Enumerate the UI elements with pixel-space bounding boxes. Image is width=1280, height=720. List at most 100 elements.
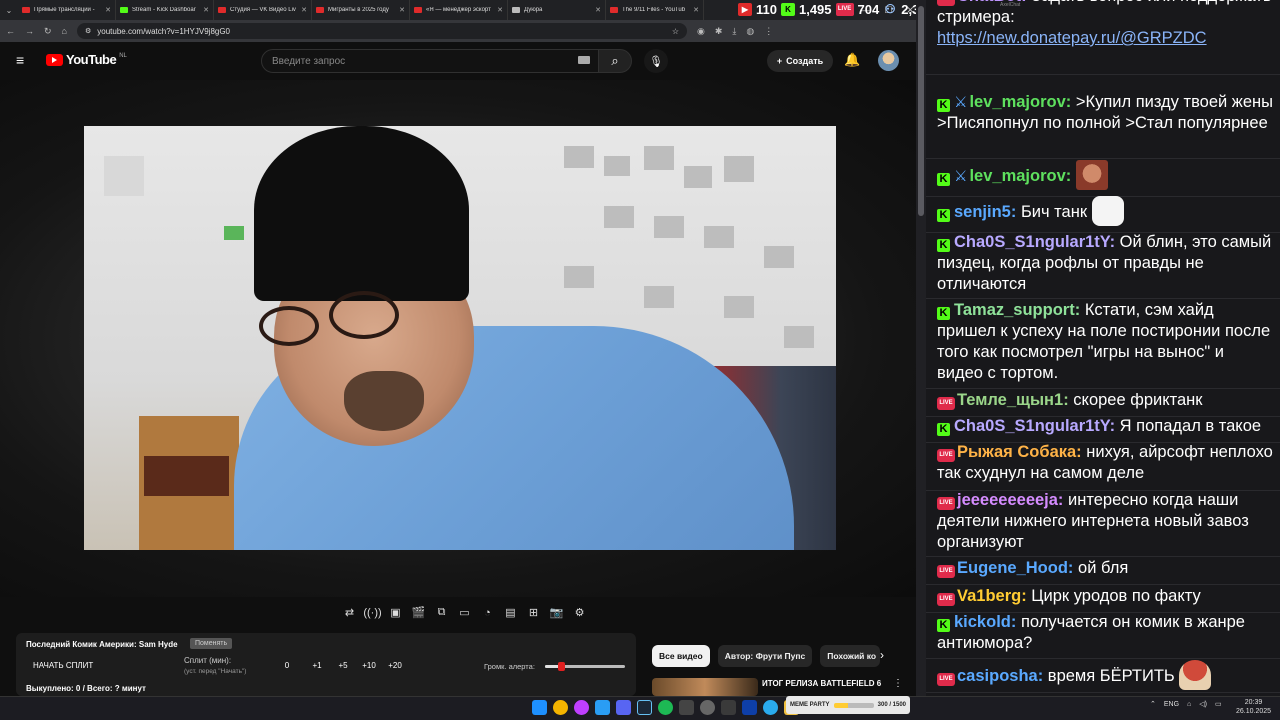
chat-username[interactable]: Va1berg: (957, 587, 1027, 605)
recommendation-thumbnail[interactable] (652, 678, 758, 696)
start-split-button[interactable]: НАЧАТЬ СПЛИТ (33, 661, 93, 670)
browser-menu-icon[interactable]: ⋮ (764, 26, 773, 37)
chat-username[interactable]: kickold: (954, 613, 1016, 631)
extensions-puzzle-icon[interactable]: ✱ (715, 26, 723, 37)
widget-change-button[interactable]: Поменять (190, 638, 233, 649)
app-icon[interactable] (742, 700, 757, 715)
browser-tab[interactable]: Дуюра ✕ (508, 0, 606, 20)
screenshot-icon[interactable]: 📷 (548, 604, 565, 621)
chat-username[interactable]: casiposha: (957, 667, 1043, 685)
browser-tab[interactable]: Stream - Kick Dashboar ✕ (116, 0, 214, 20)
browser-app-icon[interactable] (574, 700, 589, 715)
cinema-icon[interactable]: ▭ (456, 604, 473, 621)
add-icon[interactable]: ⊞ (525, 604, 542, 621)
tray-arrow-icon[interactable]: ⌃ (1150, 700, 1156, 708)
chat-username[interactable]: lev_majorov: (969, 93, 1071, 111)
profile-icon[interactable]: ◍ (746, 26, 754, 37)
windows-start-icon[interactable] (532, 700, 547, 715)
alert-volume-thumb[interactable] (558, 662, 565, 671)
broadcast-icon[interactable]: ((·)) (363, 604, 381, 621)
volume-icon[interactable]: ◁) (1199, 700, 1207, 708)
more-options-icon[interactable]: ⋮ (893, 678, 903, 689)
chat-username[interactable]: senjin5: (954, 203, 1016, 221)
browser-tab[interactable]: Студия — VK Видео Liv ✕ (214, 0, 312, 20)
browser-tab[interactable]: Мигранты в 2025 году ✕ (312, 0, 410, 20)
app-icon[interactable] (595, 700, 610, 715)
search-input[interactable]: Введите запрос (261, 49, 599, 73)
chip-author[interactable]: Автор: Фрути Пупс (717, 645, 813, 667)
reload-icon[interactable]: ↻ (44, 26, 52, 37)
spotify-icon[interactable] (658, 700, 673, 715)
tab-close-icon[interactable]: ✕ (203, 6, 209, 14)
chat-username[interactable]: Tamaz_support: (954, 301, 1080, 319)
chevron-right-icon[interactable]: › (880, 648, 884, 662)
menu-icon[interactable]: ≡ (16, 53, 30, 67)
tab-close-icon[interactable]: ✕ (399, 6, 405, 14)
voice-search-button[interactable]: 🎙 (644, 49, 668, 73)
chat-username[interactable]: jeeeeeeeeeja: (957, 491, 1063, 509)
chip-similar[interactable]: Похожий ко (820, 645, 881, 667)
tab-close-icon[interactable]: ✕ (105, 6, 111, 14)
tab-search-icon[interactable]: ⌄ (0, 0, 18, 20)
chat-username[interactable]: Рыжая Собака: (957, 443, 1082, 461)
volume-boost-icon[interactable]: ▤ (502, 604, 519, 621)
search-button[interactable]: ⌕ (598, 49, 632, 73)
app-icon[interactable] (721, 700, 736, 715)
tab-close-icon[interactable]: ✕ (693, 6, 699, 14)
person-beanie (254, 126, 469, 301)
back-icon[interactable]: ← (6, 26, 15, 36)
forward-icon[interactable]: → (25, 26, 34, 36)
create-button[interactable]: + Создать (767, 50, 833, 72)
site-info-icon[interactable]: ⚙ (85, 27, 91, 35)
battery-icon[interactable]: ▭ (1215, 700, 1222, 708)
donate-link[interactable]: https://new.donatepay.ru/@GRPZDC (937, 29, 1207, 47)
tab-title: The 9/11 Files - YouTub (622, 7, 686, 13)
chat-scrollbar-thumb[interactable] (918, 6, 924, 216)
recommendation-title[interactable]: ИТОГ РЕЛИЗА BATTLEFIELD 6 (762, 679, 881, 688)
split-add-1-button[interactable]: +1 (304, 661, 330, 670)
chat-username[interactable]: Cha0S_S1ngular1tY: (954, 233, 1115, 251)
gear-icon[interactable]: ⚙ (571, 604, 588, 621)
pip-icon[interactable]: ⧉ (433, 604, 450, 621)
browser-tab[interactable]: The 9/11 Files - YouTub ✕ (606, 0, 704, 20)
chat-username[interactable]: Cha0S_S1ngular1tY: (954, 417, 1115, 435)
video-frame[interactable] (84, 126, 836, 550)
download-icon[interactable]: ⤓ (732, 26, 736, 37)
obs-icon[interactable] (679, 700, 694, 715)
meme-party-widget[interactable]: MEME PARTY 300 / 1500 (786, 696, 910, 714)
home-icon[interactable]: ⌂ (62, 26, 67, 36)
telegram-icon[interactable] (763, 700, 778, 715)
chrome-icon[interactable] (553, 700, 568, 715)
notifications-bell-icon[interactable]: 🔔 (844, 52, 860, 68)
split-add-5-button[interactable]: +5 (330, 661, 356, 670)
bookmark-star-icon[interactable]: ☆ (672, 27, 679, 36)
speed-icon[interactable]: ◔ (479, 604, 496, 621)
steam-icon[interactable] (637, 700, 652, 715)
chat-username[interactable]: lev_majorov: (969, 167, 1071, 185)
chip-all-videos[interactable]: Все видео (652, 645, 710, 667)
tab-close-icon[interactable]: ✕ (497, 6, 503, 14)
tab-close-icon[interactable]: ✕ (301, 6, 307, 14)
browser-tab[interactable]: «Я — менеджер эскорт ✕ (410, 0, 508, 20)
account-avatar[interactable] (878, 50, 899, 71)
settings-video-icon[interactable]: ▣ (387, 604, 404, 621)
language-indicator[interactable]: ENG (1164, 701, 1179, 708)
chat-username[interactable]: Темле_щын1: (957, 391, 1069, 409)
app-icon[interactable] (700, 700, 715, 715)
browser-tab[interactable]: Прямые трансляции - ✕ (18, 0, 116, 20)
network-icon[interactable]: ⌂ (1187, 701, 1191, 708)
tab-close-icon[interactable]: ✕ (595, 6, 601, 14)
chat-username[interactable]: Eugene_Hood: (957, 559, 1073, 577)
video-player[interactable] (0, 80, 916, 597)
split-add-20-button[interactable]: +20 (382, 661, 408, 670)
clapper-icon[interactable]: 🎬 (410, 604, 427, 621)
split-add-10-button[interactable]: +10 (356, 661, 382, 670)
youtube-logo[interactable]: YouTube NL (46, 52, 127, 67)
split-value-button[interactable]: 0 (274, 661, 300, 670)
loop-icon[interactable]: ⇄ (341, 604, 358, 621)
extension-icon[interactable]: ◉ (697, 26, 705, 37)
address-bar[interactable]: ⚙ youtube.com/watch?v=1HYJV9j8gG0 ☆ (76, 23, 687, 39)
discord-icon[interactable] (616, 700, 631, 715)
clock[interactable]: 20:39 26.10.2025 (1236, 698, 1271, 716)
keyboard-icon[interactable] (578, 56, 590, 64)
